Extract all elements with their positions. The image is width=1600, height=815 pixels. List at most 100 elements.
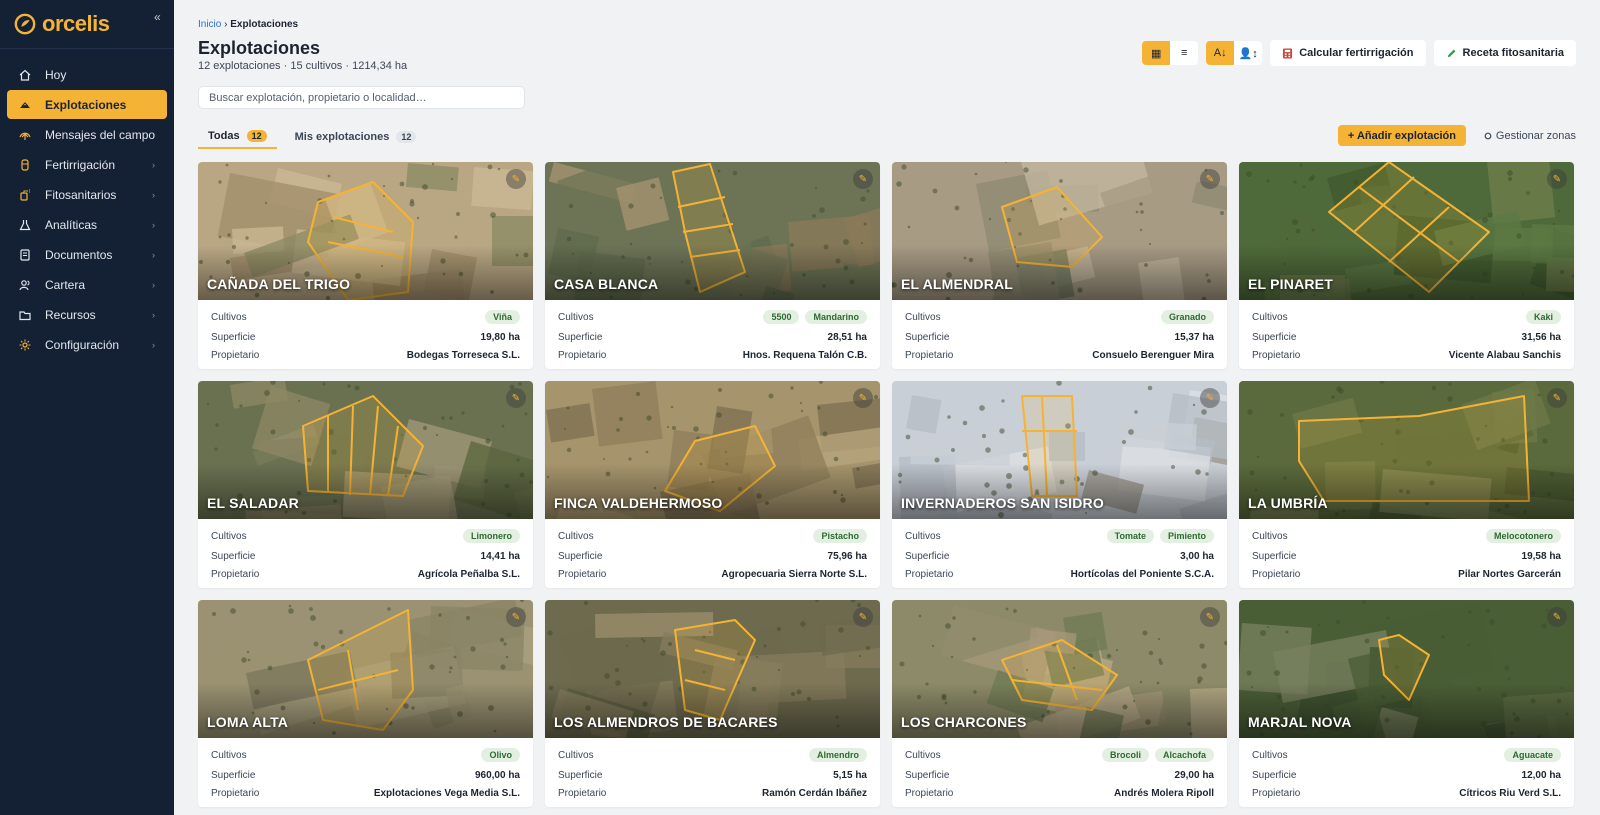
crop-chip: Pistacho [813,529,867,543]
phytosanitary-prescription-button[interactable]: Receta fitosanitaria [1433,40,1576,66]
farm-card[interactable]: LOS CHARCONES ✎ Cultivos Brocoli Alcachofa Su… [892,600,1227,807]
tab-my-farms[interactable]: Mis explotaciones 12 [285,125,427,149]
owner-label: Propietario [211,349,260,361]
sort-alpha-button[interactable]: A↓ [1206,41,1235,65]
edit-farm-button[interactable]: ✎ [1547,388,1567,408]
surface-row: Superficie 14,41 ha [211,547,520,565]
sidebar-item-explotaciones[interactable]: Explotaciones [7,90,167,119]
surface-value: 14,41 ha [480,550,520,562]
sidebar-item-configuracion[interactable]: Configuración › [7,330,167,359]
search-input[interactable] [198,86,525,109]
owner-label: Propietario [1252,568,1301,580]
edit-farm-button[interactable]: ✎ [1200,607,1220,627]
crop-chips: Melocotonero [1485,529,1561,543]
farm-card[interactable]: EL PINARET ✎ Cultivos Kaki Superficie 31,56 h… [1239,162,1574,369]
farm-card[interactable]: LA UMBRÍA ✎ Cultivos Melocotonero Superficie… [1239,381,1574,588]
surface-label: Superficie [211,769,256,781]
surface-label: Superficie [1252,769,1297,781]
sidebar-item-fertirrigacion[interactable]: Fertirrigación › [7,150,167,179]
farm-details: Cultivos Tomate Pimiento Superficie 3,00 ha P… [892,519,1227,583]
toolbar: ▦ ≡ A↓ 👤↕ Calcular fertirrigación Receta… [1142,40,1576,66]
farm-details: Cultivos Kaki Superficie 31,56 ha Propietari… [1239,300,1574,364]
surface-value: 19,80 ha [480,331,520,343]
farm-card[interactable]: CASA BLANCA ✎ Cultivos 5500 Mandarino Superfi… [545,162,880,369]
edit-farm-button[interactable]: ✎ [853,169,873,189]
crops-label: Cultivos [211,530,247,542]
crop-chips: Kaki [1525,310,1561,324]
spray-icon [18,188,32,202]
owner-value: Agrícola Peñalba S.L. [417,568,520,580]
farm-card[interactable]: EL ALMENDRAL ✎ Cultivos Granado Superficie 15… [892,162,1227,369]
owner-label: Propietario [211,787,260,799]
farm-card[interactable]: EL SALADAR ✎ Cultivos Limonero Superficie 14,… [198,381,533,588]
farm-card[interactable]: FINCA VALDEHERMOSO ✎ Cultivos Pistacho Super… [545,381,880,588]
sidebar-item-recursos[interactable]: Recursos › [7,300,167,329]
edit-farm-button[interactable]: ✎ [506,169,526,189]
farm-details: Cultivos Viña Superficie 19,80 ha Propietari… [198,300,533,364]
crop-chips: 5500 Mandarino [763,310,867,324]
owner-value: Pilar Nortes Garcerán [1458,568,1561,580]
surface-value: 12,00 ha [1521,769,1561,781]
manage-zones-button[interactable]: Gestionar zonas [1484,125,1576,146]
surface-label: Superficie [211,331,256,343]
sidebar-item-label: Explotaciones [45,97,127,112]
list-view-button[interactable]: ≡ [1170,41,1198,65]
surface-value: 31,56 ha [1521,331,1561,343]
edit-farm-button[interactable]: ✎ [1547,169,1567,189]
sidebar-item-hoy[interactable]: Hoy [7,60,167,89]
owner-value: Cítricos Riu Verd S.L. [1459,787,1561,799]
tab-all[interactable]: Todas 12 [198,125,277,149]
edit-farm-button[interactable]: ✎ [506,607,526,627]
crop-chip: Tomate [1106,529,1154,543]
owner-label: Propietario [558,787,607,799]
brand[interactable]: orcelis [14,10,110,38]
crops-label: Cultivos [905,311,941,323]
surface-row: Superficie 12,00 ha [1252,766,1561,784]
farm-card[interactable]: LOS ALMENDROS DE BACARES ✎ Cultivos Almendr… [545,600,880,807]
farm-image: LOMA ALTA ✎ [198,600,533,738]
surface-row: Superficie 5,15 ha [558,766,867,784]
sidebar-item-fitosanitarios[interactable]: Fitosanitarios › [7,180,167,209]
farm-card[interactable]: CAÑADA DEL TRIGO ✎ Cultivos Viña Superficie 1… [198,162,533,369]
owner-label: Propietario [905,568,954,580]
surface-label: Superficie [905,331,950,343]
chevron-right-icon: › [152,309,155,320]
farm-card[interactable]: MARJAL NOVA ✎ Cultivos Aguacate Superficie 12… [1239,600,1574,807]
manage-zones-label: Gestionar zonas [1495,129,1576,142]
edit-farm-button[interactable]: ✎ [853,607,873,627]
sort-toggle: A↓ 👤↕ [1206,41,1263,65]
breadcrumb-separator: › [224,19,228,30]
surface-value: 19,58 ha [1521,550,1561,562]
sidebar-item-documentos[interactable]: Documentos › [7,240,167,269]
crop-chips: Olivo [481,748,520,762]
edit-farm-button[interactable]: ✎ [506,388,526,408]
surface-label: Superficie [211,550,256,562]
farm-card[interactable]: LOMA ALTA ✎ Cultivos Olivo Superficie 960,00 … [198,600,533,807]
farm-details: Cultivos Aguacate Superficie 12,00 ha Propie… [1239,738,1574,802]
owner-label: Propietario [558,349,607,361]
farm-image: EL ALMENDRAL ✎ [892,162,1227,300]
farm-card[interactable]: INVERNADEROS SAN ISIDRO ✎ Cultivos Tomate Pi… [892,381,1227,588]
crops-row: Cultivos Granado [905,306,1214,328]
collapse-sidebar-button[interactable]: « [154,10,161,24]
sidebar-item-cartera[interactable]: Cartera › [7,270,167,299]
add-farm-button[interactable]: + Añadir explotación [1337,125,1466,146]
crop-chip: 5500 [763,310,800,324]
breadcrumb: Inicio › Explotaciones [198,19,298,30]
edit-farm-button[interactable]: ✎ [853,388,873,408]
edit-farm-button[interactable]: ✎ [1547,607,1567,627]
sidebar-item-label: Documentos [45,247,113,262]
edit-farm-button[interactable]: ✎ [1200,169,1220,189]
grid-view-button[interactable]: ▦ [1142,41,1171,65]
sidebar: orcelis « Hoy Explotaciones Mensajes del c… [0,0,174,815]
sidebar-item-mensajes-del-campo[interactable]: Mensajes del campo [7,120,167,149]
sort-owner-button[interactable]: 👤↕ [1234,41,1262,65]
edit-farm-button[interactable]: ✎ [1200,388,1220,408]
owner-value: Hnos. Requena Talón C.B. [742,349,867,361]
crops-row: Cultivos 5500 Mandarino [558,306,867,328]
sidebar-item-analiticas[interactable]: Analíticas › [7,210,167,239]
crops-label: Cultivos [211,311,247,323]
breadcrumb-home-link[interactable]: Inicio [198,19,221,30]
sidebar-item-label: Cartera [45,277,86,292]
calculate-fertirrigation-button[interactable]: Calcular fertirrigación [1270,40,1426,66]
